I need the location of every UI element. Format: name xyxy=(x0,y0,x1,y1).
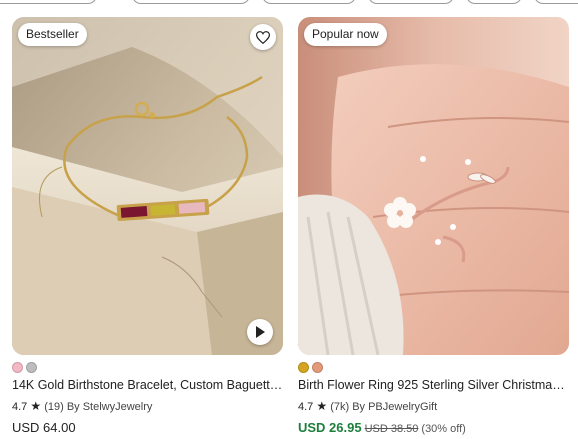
original-price: USD 38.50 xyxy=(364,423,419,435)
bestseller-badge: Bestseller xyxy=(18,23,87,46)
rating-value: 4.7 xyxy=(12,401,28,413)
price: USD 64.00 xyxy=(12,420,76,435)
heart-icon xyxy=(256,30,270,44)
filter-chip[interactable] xyxy=(132,0,250,4)
color-swatch xyxy=(312,362,323,373)
color-swatches xyxy=(298,362,326,374)
popular-now-badge: Popular now xyxy=(304,23,387,46)
filter-chip[interactable] xyxy=(0,0,97,4)
color-swatches xyxy=(12,362,40,374)
play-icon xyxy=(256,326,265,338)
color-swatch xyxy=(12,362,23,373)
filter-chip[interactable] xyxy=(368,0,454,4)
product-image[interactable]: Bestseller xyxy=(12,17,283,355)
star-icon: ★ xyxy=(316,399,328,413)
product-title[interactable]: 14K Gold Birthstone Bracelet, Custom Bag… xyxy=(12,378,283,392)
bracelet-photo xyxy=(12,17,283,355)
play-video-button[interactable] xyxy=(247,319,273,345)
price-row: USD 64.00 xyxy=(12,419,76,437)
filter-chip[interactable] xyxy=(466,0,522,4)
shop-name[interactable]: By PBJewelryGift xyxy=(352,401,437,413)
rating-row: 4.7 ★ (19) By StelwyJewelry xyxy=(12,399,152,413)
filter-chip[interactable] xyxy=(262,0,356,4)
filter-chip[interactable] xyxy=(534,0,578,4)
price-row: USD 26.95 USD 38.50 (30% off) xyxy=(298,419,466,437)
product-card[interactable]: Bestseller 14K Gold Birthstone Bracelet,… xyxy=(12,17,283,435)
favorite-button[interactable] xyxy=(250,24,276,50)
product-image[interactable]: Popular now xyxy=(298,17,569,355)
color-swatch xyxy=(26,362,37,373)
rating-row: 4.7 ★ (7k) By PBJewelryGift xyxy=(298,399,437,413)
review-count: (19) xyxy=(44,401,64,413)
ring-photo xyxy=(298,17,569,355)
shop-name[interactable]: By StelwyJewelry xyxy=(67,401,153,413)
sale-price: USD 26.95 xyxy=(298,420,362,435)
discount-label: (30% off) xyxy=(421,423,466,435)
product-title[interactable]: Birth Flower Ring 925 Sterling Silver Ch… xyxy=(298,378,569,392)
star-icon: ★ xyxy=(30,399,42,413)
product-card[interactable]: Popular now Birth Flower Ring 925 Sterli… xyxy=(298,17,569,435)
review-count: (7k) xyxy=(330,401,350,413)
rating-value: 4.7 xyxy=(298,401,314,413)
color-swatch xyxy=(298,362,309,373)
